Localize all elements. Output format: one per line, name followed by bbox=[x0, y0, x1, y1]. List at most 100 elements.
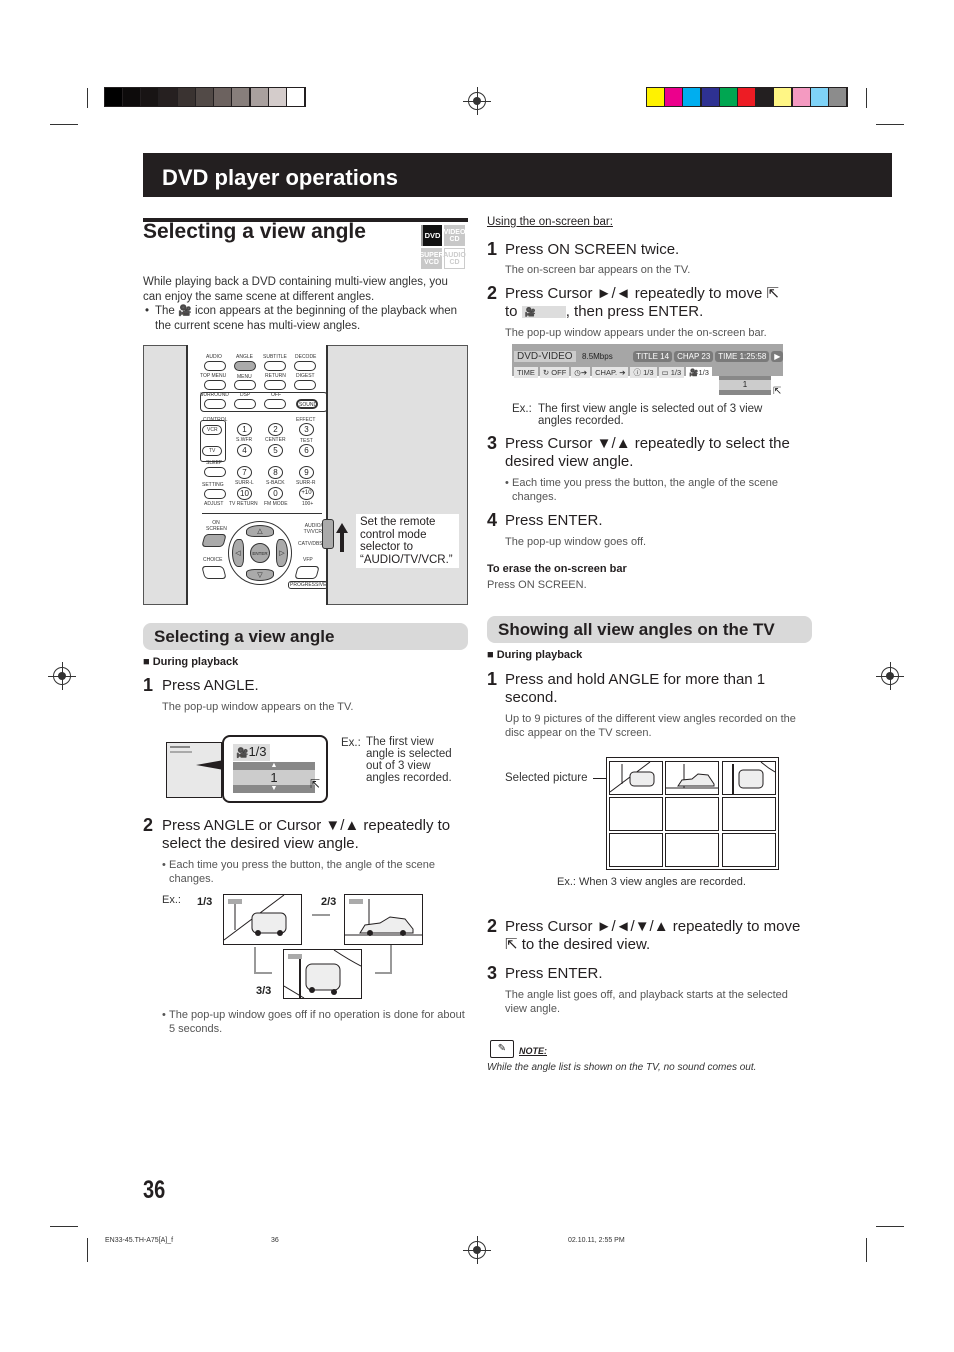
number-button[interactable]: 7 bbox=[237, 466, 252, 479]
subtitle-icon: ▭ bbox=[661, 368, 671, 377]
angle-label: 2/3 bbox=[321, 896, 337, 908]
vcr-button[interactable]: VCR bbox=[202, 425, 222, 435]
registration-mark-icon bbox=[48, 662, 76, 690]
registration-mark-icon bbox=[463, 1236, 491, 1264]
example-label: Ex.: bbox=[341, 737, 361, 749]
number-button[interactable]: 5 bbox=[268, 444, 283, 457]
osd-chapter-button[interactable]: CHAP. ➔ bbox=[592, 367, 629, 378]
color-swatch bbox=[105, 88, 122, 106]
cursor-right-button[interactable]: ▷ bbox=[276, 539, 288, 567]
surround-button[interactable] bbox=[204, 399, 226, 409]
enter-button[interactable]: ENTER bbox=[250, 543, 270, 563]
color-swatch bbox=[756, 88, 774, 106]
osd-timer-button[interactable]: ◷➔ bbox=[571, 367, 591, 378]
selected-picture-label: Selected picture bbox=[505, 772, 588, 784]
osd-audio-button[interactable]: ⓘ 1/3 bbox=[630, 367, 657, 378]
tv-button[interactable]: TV bbox=[202, 446, 222, 456]
grid-cell[interactable] bbox=[665, 761, 719, 795]
sound-button[interactable]: SOUND bbox=[296, 399, 318, 409]
color-swatch bbox=[810, 88, 828, 106]
remote-label: DIGEST bbox=[296, 373, 315, 379]
grid-cell[interactable] bbox=[665, 833, 719, 867]
grid-cell[interactable] bbox=[722, 797, 776, 831]
cursor-down-button[interactable]: ▽ bbox=[246, 569, 274, 581]
osd-repeat-button[interactable]: ↻ OFF bbox=[539, 367, 570, 378]
color-swatch bbox=[287, 88, 304, 106]
osd-play-icon[interactable]: ▶ bbox=[771, 351, 784, 362]
angle-frame-3 bbox=[283, 949, 362, 999]
number-button[interactable]: 0 bbox=[268, 487, 283, 500]
grid-cell-selected[interactable] bbox=[609, 761, 663, 795]
cursor-left-button[interactable]: ◁ bbox=[232, 539, 244, 567]
osd-angle-button[interactable]: 🎥1/3 bbox=[686, 367, 712, 378]
badge-audio-cd: AUDIO CD bbox=[443, 248, 466, 269]
cursor-up-button[interactable]: △ bbox=[246, 525, 274, 537]
vfp-button[interactable] bbox=[294, 566, 320, 579]
color-swatch bbox=[647, 88, 664, 106]
remote-label: PROGRESSIVE bbox=[288, 581, 329, 589]
popup-selected-angle[interactable]: 1 bbox=[233, 770, 315, 785]
decode-button[interactable] bbox=[294, 361, 316, 371]
badge-super-vcd: SUPER VCD bbox=[419, 248, 444, 269]
osd-time-button[interactable]: TIME bbox=[514, 367, 538, 378]
popup-up-arrow[interactable]: ▲ bbox=[233, 762, 315, 770]
number-button[interactable]: 2 bbox=[268, 423, 283, 436]
angle-button[interactable] bbox=[234, 361, 256, 371]
section-title: Selecting a view angle bbox=[143, 220, 366, 243]
number-button[interactable]: 1 bbox=[237, 423, 252, 436]
osd-subtitle-button[interactable]: ▭ 1/3 bbox=[658, 367, 685, 378]
top-menu-button[interactable] bbox=[204, 380, 226, 390]
return-button[interactable] bbox=[264, 380, 286, 390]
square-bullet-icon: ■ bbox=[487, 649, 497, 661]
sleep-button[interactable] bbox=[204, 467, 226, 477]
color-swatch bbox=[123, 88, 141, 106]
menu-button[interactable] bbox=[234, 380, 256, 390]
arrow-shaft bbox=[340, 532, 344, 552]
grid-cell[interactable] bbox=[609, 797, 663, 831]
grid-cell[interactable] bbox=[722, 761, 776, 795]
audio-button[interactable] bbox=[204, 361, 226, 371]
subtitle-button[interactable] bbox=[264, 361, 286, 371]
angle-grid bbox=[606, 757, 779, 870]
setting-button[interactable] bbox=[204, 489, 226, 499]
number-button[interactable]: 8 bbox=[268, 466, 283, 479]
popup-selected-angle[interactable]: 1 bbox=[719, 380, 771, 390]
dsp-button[interactable] bbox=[234, 399, 256, 409]
number-button[interactable]: 4 bbox=[237, 444, 252, 457]
color-swatch bbox=[141, 88, 159, 106]
remote-label: TV RETURN bbox=[229, 501, 258, 507]
off-button[interactable] bbox=[264, 399, 286, 409]
remote-label: DSP bbox=[240, 392, 251, 398]
step-number: 3 bbox=[487, 963, 498, 983]
cursor-pointer-icon: ⇱ bbox=[505, 936, 518, 953]
grid-cell[interactable] bbox=[722, 833, 776, 867]
number-button[interactable]: 3 bbox=[299, 423, 314, 436]
osd-row-2: TIME ↻ OFF ◷➔ CHAP. ➔ ⓘ 1/3 ▭ 1/3 🎥1/3 bbox=[514, 362, 714, 380]
remote-label: VFP bbox=[303, 557, 313, 563]
note-text: While the angle list is shown on the TV,… bbox=[487, 1062, 757, 1073]
on-screen-button[interactable] bbox=[201, 534, 227, 547]
note-title: NOTE: bbox=[519, 1046, 547, 1056]
popup-down-arrow[interactable]: ▼ bbox=[233, 785, 315, 793]
popup-down-arrow[interactable] bbox=[719, 390, 771, 395]
digest-button[interactable] bbox=[294, 380, 316, 390]
number-button[interactable]: +10 bbox=[299, 487, 314, 500]
multi-angle-icon: 🎥 bbox=[236, 748, 249, 759]
color-swatch bbox=[196, 88, 213, 106]
remote-label: FM MODE bbox=[264, 501, 288, 507]
osd-time: TIME 1:25:58 bbox=[715, 351, 770, 362]
number-button[interactable]: 10 bbox=[237, 487, 252, 500]
color-swatch bbox=[177, 88, 195, 106]
number-button[interactable]: 6 bbox=[299, 444, 314, 457]
cursor-pointer-icon: ⇱ bbox=[773, 386, 782, 397]
tv-screen-thumbnail bbox=[166, 742, 222, 798]
mode-selector-switch[interactable] bbox=[322, 519, 334, 549]
color-swatch bbox=[159, 88, 177, 106]
grid-cell[interactable] bbox=[609, 833, 663, 867]
step-text: Press ANGLE. bbox=[162, 677, 259, 694]
number-button[interactable]: 9 bbox=[299, 466, 314, 479]
remote-label: ON SCREEN bbox=[206, 520, 227, 532]
crop-mark bbox=[866, 88, 867, 108]
choice-button[interactable] bbox=[201, 566, 227, 579]
grid-cell[interactable] bbox=[665, 797, 719, 831]
